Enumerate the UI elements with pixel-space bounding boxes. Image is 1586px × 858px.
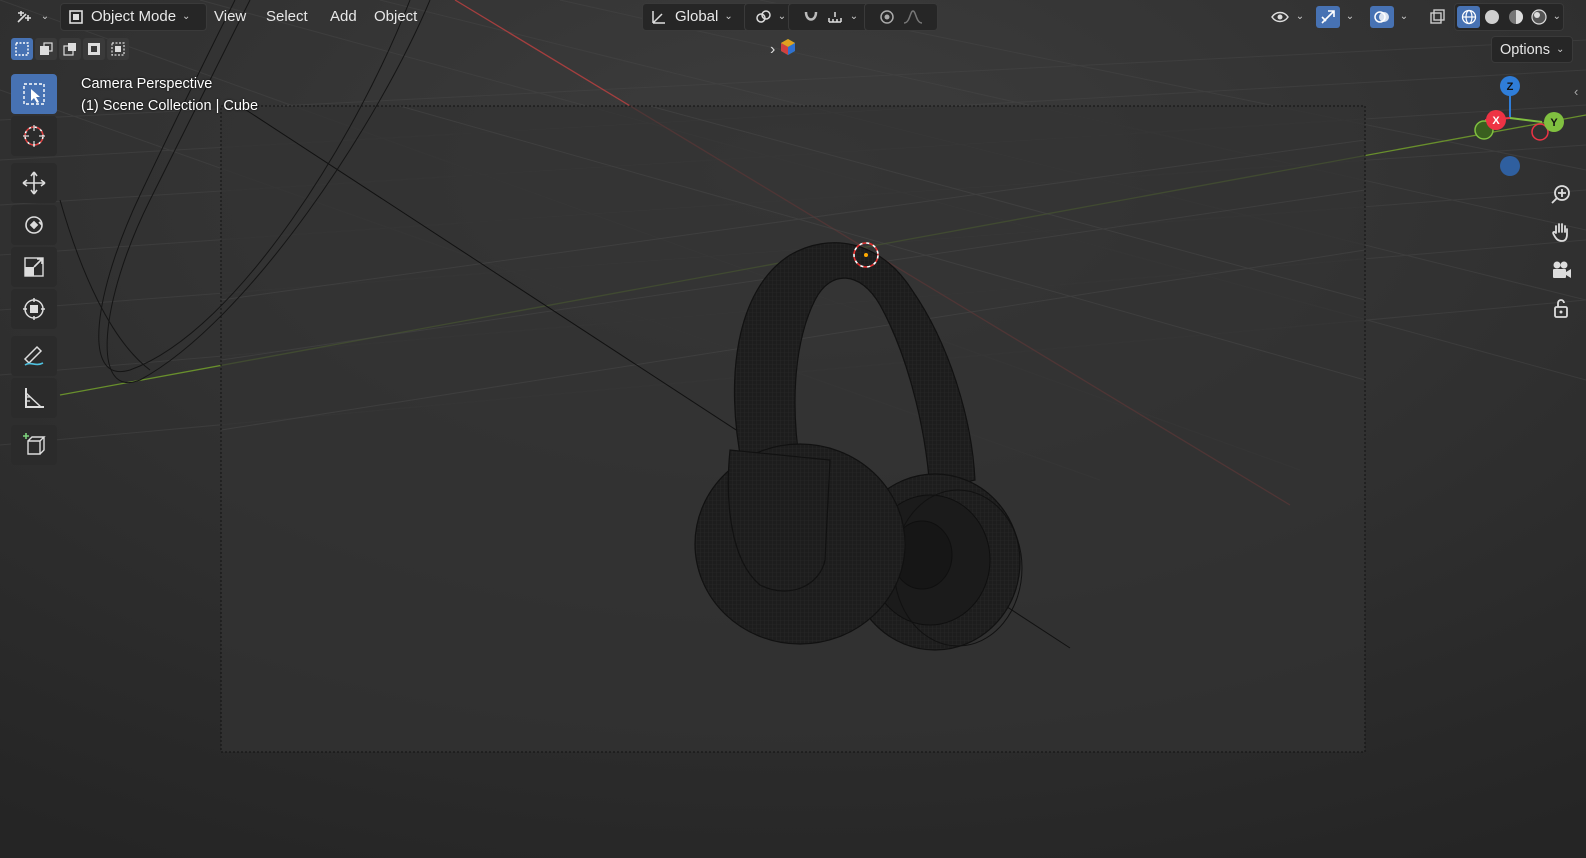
wireframe-shading-icon[interactable] <box>1457 5 1481 28</box>
options-label: Options <box>1500 41 1550 58</box>
annotate-pencil-icon <box>21 343 47 369</box>
chevron-down-icon: ⌄ <box>1552 11 1562 22</box>
viewport-header: ⌄ Object Mode ⌄ View Select Add Object G… <box>0 0 1586 33</box>
scene-statistics-toggle[interactable]: › <box>770 38 797 61</box>
mode-dropdown[interactable]: Object Mode ⌄ <box>60 2 207 31</box>
proportional-editing-group[interactable] <box>864 2 938 31</box>
rotate-tool[interactable] <box>11 205 57 245</box>
menu-select[interactable]: Select <box>258 4 316 30</box>
chevron-down-icon: ⌄ <box>1555 44 1565 55</box>
collection-label: (1) Scene Collection | Cube <box>81 98 259 114</box>
menu-object[interactable]: Object <box>366 4 425 30</box>
navigation-gizmo[interactable]: Z X Y <box>1462 70 1572 180</box>
menu-view[interactable]: View <box>206 4 254 30</box>
snap-increment-icon <box>826 8 844 26</box>
add-cube-tool[interactable] <box>11 425 57 465</box>
shading-mode-group[interactable]: ⌄ <box>1454 2 1564 31</box>
zoom-icon <box>1550 183 1572 205</box>
cursor-tool[interactable] <box>11 116 57 156</box>
xray-toggle[interactable] <box>1424 4 1450 30</box>
pivot-point-icon <box>754 8 772 26</box>
falloff-curve-icon <box>902 8 924 26</box>
annotate-tool[interactable] <box>11 336 57 376</box>
xray-icon <box>1428 8 1446 26</box>
select-invert-icon[interactable] <box>83 38 105 60</box>
menu-add[interactable]: Add <box>322 4 365 30</box>
editor-type-button[interactable]: ⌄ <box>14 4 50 30</box>
transform-orientation-dropdown[interactable]: Global ⌄ <box>642 2 751 31</box>
chevron-down-icon: ⌄ <box>1295 11 1305 22</box>
object-mode-icon <box>67 8 85 26</box>
rotate-icon <box>21 212 47 238</box>
snapping-group[interactable]: ⌄ <box>788 2 872 31</box>
scale-tool[interactable] <box>11 247 57 287</box>
select-box-icon <box>21 81 47 107</box>
move-icon <box>21 170 47 196</box>
options-dropdown[interactable]: Options ⌄ <box>1491 36 1574 63</box>
transform-icon <box>21 296 47 322</box>
chevron-down-icon: ⌄ <box>1399 11 1409 22</box>
lock-camera-button[interactable] <box>1545 292 1577 324</box>
measure-tool[interactable] <box>11 378 57 418</box>
sidebar-toggle-icon[interactable]: ‹ <box>1574 84 1578 99</box>
chevron-down-icon: ⌄ <box>777 11 787 22</box>
unlock-icon <box>1550 297 1572 319</box>
3d-viewport[interactable]: ⌄ Object Mode ⌄ View Select Add Object G… <box>0 0 1586 858</box>
scale-icon <box>21 254 47 280</box>
z-negative-axis-icon[interactable] <box>1500 156 1520 176</box>
view-name-label: Camera Perspective <box>81 76 213 92</box>
scene-hex-icon <box>779 38 797 61</box>
gizmo-toggle-group[interactable]: ⌄ <box>1312 4 1358 30</box>
orientation-label: Global <box>675 8 719 25</box>
eye-icon <box>1270 8 1290 26</box>
z-axis-label: Z <box>1507 81 1514 93</box>
select-subtract-icon[interactable] <box>59 38 81 60</box>
chevron-down-icon: ⌄ <box>849 11 859 22</box>
add-cube-icon <box>21 432 47 458</box>
overlays-icon <box>1369 5 1394 28</box>
orientation-axis-icon <box>649 8 667 26</box>
transform-tool[interactable] <box>11 289 57 329</box>
select-box-tool[interactable] <box>11 74 57 114</box>
pan-button[interactable] <box>1545 216 1577 248</box>
mode-label: Object Mode <box>91 8 177 25</box>
editor-type-icon <box>15 8 35 26</box>
solid-shading-icon[interactable] <box>1480 8 1503 26</box>
move-tool[interactable] <box>11 163 57 203</box>
camera-icon <box>1550 259 1572 281</box>
tool-shelf <box>11 74 59 467</box>
rendered-shading-icon[interactable] <box>1527 8 1550 26</box>
chevron-down-icon: ⌄ <box>182 11 191 22</box>
select-extend-icon[interactable] <box>35 38 57 60</box>
visibility-dropdown[interactable]: ⌄ <box>1268 4 1306 30</box>
overlays-toggle-group[interactable]: ⌄ <box>1366 4 1412 30</box>
camera-view-button[interactable] <box>1545 254 1577 286</box>
select-intersect-icon[interactable] <box>107 38 129 60</box>
chevron-down-icon: ⌄ <box>724 11 733 22</box>
scene-canvas[interactable] <box>0 0 1586 858</box>
proportional-editing-icon <box>878 8 896 26</box>
chevron-down-icon: ⌄ <box>1345 11 1355 22</box>
x-axis-label: X <box>1492 115 1500 127</box>
measure-ruler-icon <box>21 385 47 411</box>
snap-magnet-icon <box>802 8 820 26</box>
chevron-down-icon: ⌄ <box>40 11 50 22</box>
hand-icon <box>1550 221 1572 243</box>
select-new-icon[interactable] <box>11 38 33 60</box>
zoom-button[interactable] <box>1545 178 1577 210</box>
selection-mode-group <box>11 38 131 60</box>
chevron-right-icon: › <box>770 40 776 58</box>
material-preview-icon[interactable] <box>1504 8 1527 26</box>
y-axis-label: Y <box>1550 117 1558 129</box>
gizmo-icon <box>1315 5 1340 28</box>
cursor-icon <box>21 123 47 149</box>
